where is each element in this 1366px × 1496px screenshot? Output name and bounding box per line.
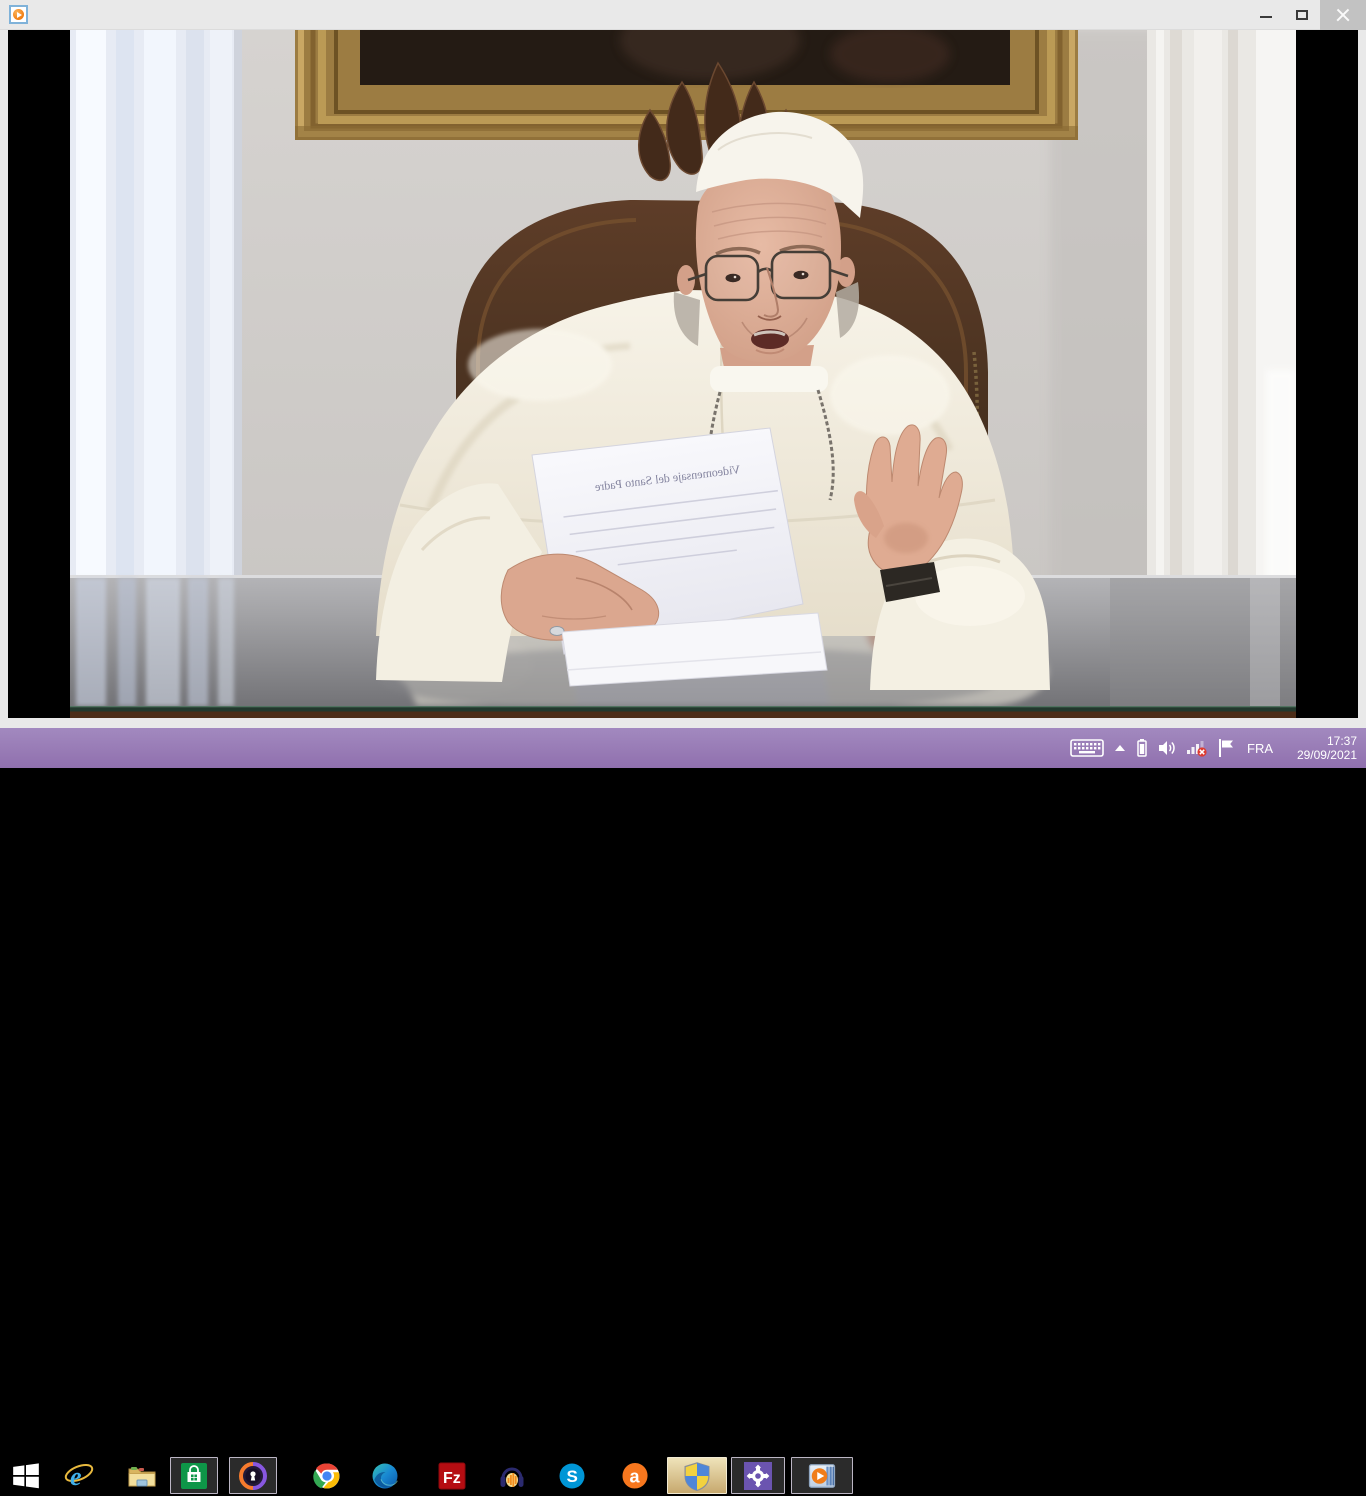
video-letterbox: Videomensaje del Santo Padre [8, 30, 1358, 718]
defender-shield-icon [682, 1461, 712, 1491]
avast-secure-browser-icon [238, 1461, 268, 1491]
maximize-button[interactable] [1284, 0, 1320, 30]
taskbar-item-internet-explorer[interactable]: e [57, 1458, 101, 1494]
google-chrome-icon [312, 1461, 342, 1491]
taskbar-item-windows-media-player[interactable] [791, 1457, 853, 1494]
windows-logo-icon [12, 1462, 40, 1490]
window-titlebar[interactable] [0, 0, 1366, 30]
taskbar-item-file-explorer[interactable] [120, 1458, 164, 1494]
svg-text:e: e [70, 1462, 82, 1491]
close-button[interactable] [1320, 0, 1366, 30]
minimize-button[interactable] [1248, 0, 1284, 30]
svg-text:Fz: Fz [443, 1470, 461, 1487]
taskbar-item-avast-secure-browser[interactable] [229, 1457, 277, 1494]
media-player-window-icon [9, 5, 28, 24]
internet-explorer-icon: e [63, 1460, 95, 1492]
settings-gear-icon [743, 1461, 773, 1491]
maximize-icon [1296, 10, 1308, 20]
media-player-icon [807, 1461, 837, 1491]
svg-text:a: a [630, 1467, 641, 1487]
minimize-icon [1260, 16, 1272, 18]
taskbar-item-microsoft-store[interactable] [170, 1457, 218, 1494]
video-surface[interactable]: Videomensaje del Santo Padre [70, 30, 1296, 718]
hidden-icons-chevron[interactable] [1113, 742, 1127, 754]
taskbar: e [0, 728, 1366, 768]
tray-clock[interactable]: 17:37 29/09/2021 [1285, 734, 1357, 762]
tray-time: 17:37 [1285, 734, 1357, 748]
volume-icon[interactable] [1157, 738, 1177, 758]
battery-icon[interactable] [1136, 738, 1148, 758]
taskbar-item-avast-antivirus[interactable]: a [613, 1458, 657, 1494]
taskbar-item-filezilla[interactable]: Fz [430, 1458, 474, 1494]
close-icon [1336, 8, 1350, 22]
microsoft-store-icon [179, 1461, 209, 1491]
system-tray: FRA 17:37 29/09/2021 [1070, 728, 1366, 768]
taskbar-item-skype[interactable]: S [550, 1458, 594, 1494]
action-center-flag-icon[interactable] [1217, 738, 1235, 758]
language-indicator[interactable]: FRA [1244, 741, 1276, 756]
taskbar-item-microsoft-edge[interactable] [363, 1458, 407, 1494]
svg-text:S: S [567, 1467, 578, 1486]
tray-date: 29/09/2021 [1285, 748, 1357, 762]
network-icon[interactable] [1186, 738, 1208, 758]
touch-keyboard-icon[interactable] [1070, 737, 1104, 759]
window-border-left [0, 30, 8, 718]
window-border-right [1358, 30, 1366, 718]
video-frame: Videomensaje del Santo Padre [70, 30, 1296, 718]
skype-icon: S [557, 1461, 587, 1491]
glass-edge [70, 706, 1296, 718]
start-button[interactable] [0, 1456, 52, 1496]
taskbar-item-windows-settings[interactable] [731, 1457, 785, 1494]
audacity-icon [497, 1461, 527, 1491]
window-border-bottom [0, 718, 1366, 728]
microsoft-edge-icon [370, 1461, 400, 1491]
avast-antivirus-icon: a [620, 1461, 650, 1491]
taskbar-item-google-chrome[interactable] [305, 1458, 349, 1494]
file-explorer-icon [126, 1460, 158, 1492]
taskbar-item-windows-defender[interactable] [667, 1457, 727, 1494]
filezilla-icon: Fz [437, 1461, 467, 1491]
taskbar-item-audacity[interactable] [490, 1458, 534, 1494]
